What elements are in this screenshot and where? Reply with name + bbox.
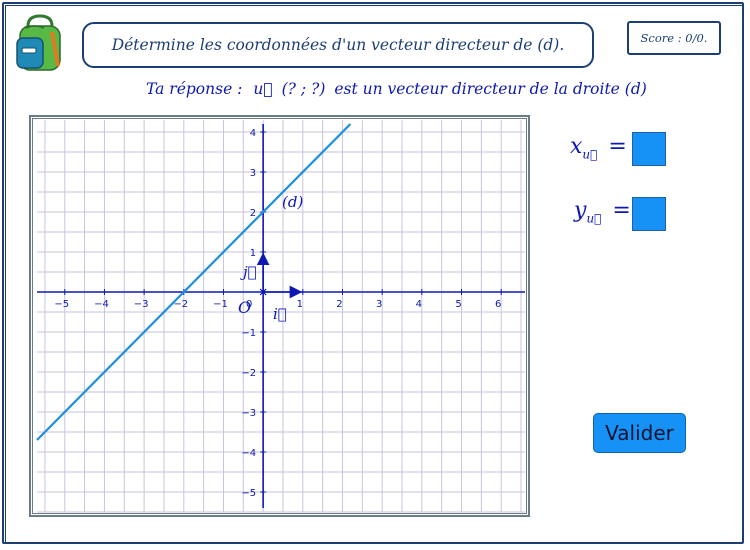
y-tick-label: 1 <box>250 248 256 259</box>
x-coordinate-label: xu⃗ = <box>570 134 627 161</box>
x-coordinate-input[interactable] <box>632 132 666 166</box>
x-tick-label: 3 <box>376 299 382 310</box>
y-tick-label: 2 <box>250 208 256 219</box>
y-tick-label: 4 <box>250 128 256 139</box>
y-tick-label: 3 <box>250 168 256 179</box>
j-vector-label: j⃗ <box>240 263 257 281</box>
y-tick-label: −3 <box>241 408 256 419</box>
y-tick-label: −5 <box>241 488 256 499</box>
y-tick-label: −1 <box>241 328 256 339</box>
line-d-layer <box>36 123 352 441</box>
y-label-sub: u⃗ <box>586 211 602 226</box>
x-tick-label: −5 <box>54 299 69 310</box>
x-tick-label: −4 <box>94 299 109 310</box>
x-label-sub: u⃗ <box>582 147 598 162</box>
origin-label: O <box>238 298 251 317</box>
coordinate-plane: −5 −4 −3 −2 −1 0 1 2 3 4 5 64321−1−2−3−4−5(d)O i⃗j⃗ <box>36 120 525 513</box>
validate-button[interactable]: Valider <box>593 413 686 453</box>
x-label: x <box>570 134 583 159</box>
x-tick-label: 4 <box>416 299 422 310</box>
x-tick-label: 1 <box>297 299 303 310</box>
i-vector-label: i⃗ <box>273 305 287 323</box>
y-tick-label: −2 <box>241 368 256 379</box>
y-coordinate-label: yu⃗ = <box>574 198 631 225</box>
graph-labels: −5 −4 −3 −2 −1 0 1 2 3 4 5 64321−1−2−3−4−5(d)O i⃗j⃗ <box>54 128 501 499</box>
y-coordinate-input[interactable] <box>632 197 666 231</box>
line-d-label: (d) <box>282 193 303 211</box>
x-equals: = <box>608 134 627 159</box>
x-tick-label: −2 <box>173 299 188 310</box>
x-tick-label: −3 <box>134 299 149 310</box>
y-tick-label: −4 <box>241 448 256 459</box>
x-tick-label: 5 <box>455 299 461 310</box>
x-tick-label: 6 <box>495 299 501 310</box>
x-tick-label: −1 <box>213 299 228 310</box>
line-d <box>36 123 352 441</box>
x-tick-label: 2 <box>336 299 342 310</box>
y-label: y <box>574 198 587 223</box>
y-equals: = <box>612 198 631 223</box>
